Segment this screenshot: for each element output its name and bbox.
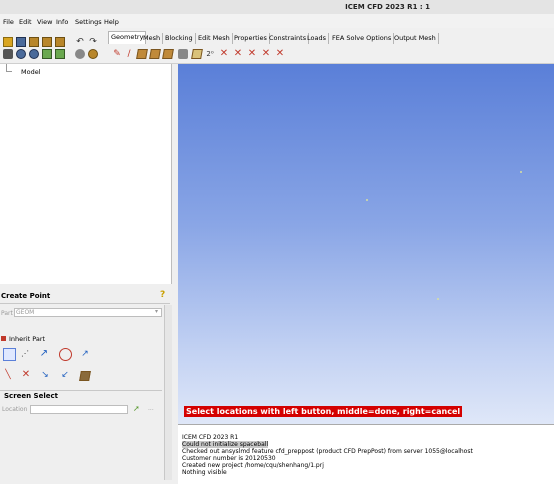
console-line: Could not initialize spaceball [182,441,269,448]
select-cursor-icon[interactable]: ➚ [133,404,140,413]
wireframe-icon[interactable] [42,49,52,59]
divider [0,303,170,304]
settings-icon[interactable] [88,49,98,59]
window-title: ICEM CFD 2023 R1 : 1 [345,3,430,11]
curve-end-icon[interactable]: ╲ [3,370,13,380]
console-line: Nothing visible [182,469,227,476]
browse-button[interactable]: ... [148,405,154,412]
graphics-viewport[interactable]: Select locations with left button, middl… [178,64,554,424]
menu-bar: File Edit View Info Settings Help [0,14,554,28]
delete-curve-icon[interactable]: ✕ [233,49,243,59]
open-project-icon[interactable] [3,37,13,47]
divider [0,390,162,391]
delete-body-icon[interactable]: ✕ [261,49,271,59]
create-curve-icon[interactable]: ∕ [124,49,134,59]
panel-scrollbar[interactable] [164,305,172,480]
console-line: Created new project /home/cqu/shenhang/1… [182,462,324,469]
tab-edit-mesh[interactable]: Edit Mesh [196,33,233,44]
point-on-curve-icon[interactable]: ↙ [60,370,70,380]
location-input[interactable] [30,405,128,414]
menu-edit[interactable]: Edit [19,18,32,26]
console-line: Checked out ansyslmd feature cfd_preppos… [182,448,473,455]
model-tree: Model [0,64,172,284]
create-surface-icon[interactable] [136,49,148,59]
menu-settings[interactable]: Settings [75,18,102,26]
console-line: ICEM CFD 2023 R1 [182,434,239,441]
tree-branch-line [6,64,12,72]
title-bar: ICEM CFD 2023 R1 : 1 [0,0,554,14]
xyz-point-icon[interactable]: ⋰ [20,349,30,359]
delete-point-icon[interactable]: ✕ [219,49,229,59]
screen-select-title: Screen Select [4,392,58,400]
create-point-icon[interactable]: ✎ [112,49,122,59]
fit-window-icon[interactable] [3,49,13,59]
point-on-surface-icon[interactable] [79,371,91,381]
redo-icon[interactable]: ↷ [88,37,98,47]
part-input[interactable]: GEOM [14,308,162,317]
tab-loads[interactable]: Loads [305,33,329,44]
project-point-icon[interactable]: ↘ [40,370,50,380]
open-mesh-icon[interactable] [55,37,65,47]
menu-file[interactable]: File [3,18,14,26]
message-console: ICEM CFD 2023 R1 Could not initialize sp… [178,424,554,484]
measure-icon[interactable] [75,49,85,59]
tab-properties[interactable]: Properties [232,33,270,44]
zoom-icon[interactable] [29,49,39,59]
tab-blocking[interactable]: Blocking [163,33,196,44]
point-marker [520,171,522,173]
menu-help[interactable]: Help [104,18,119,26]
zoom-box-icon[interactable] [16,49,26,59]
part-label: Part [1,310,13,317]
create-body-icon[interactable] [149,49,161,59]
location-label: Location [2,406,28,413]
base-delta-icon[interactable]: ↗ [39,349,49,359]
point-marker [437,298,439,300]
restore-dormant-icon[interactable]: 2⁰ [205,49,215,59]
solid-icon[interactable] [55,49,65,59]
save-project-icon[interactable] [16,37,26,47]
delete-any-entity-icon[interactable]: ✕ [275,49,285,59]
faceted-icon[interactable] [162,49,174,59]
repair-geometry-icon[interactable] [178,49,188,59]
checkbox-icon[interactable] [1,336,6,341]
undo-icon[interactable]: ↶ [75,37,85,47]
chevron-down-icon[interactable]: ▾ [155,308,158,315]
menu-view[interactable]: View [37,18,52,26]
open-blocking-icon[interactable] [42,37,52,47]
help-icon[interactable]: ? [160,290,165,300]
menu-info[interactable]: Info [56,18,68,26]
inherit-part-label: Inherit Part [9,335,46,343]
point-marker [366,199,368,201]
center-three-points-icon[interactable] [59,348,72,361]
delete-surface-icon[interactable]: ✕ [247,49,257,59]
tab-mesh[interactable]: Mesh [141,33,164,44]
parameter-point-icon[interactable]: ↗ [80,349,90,359]
console-line: Customer number is 20120530 [182,455,276,462]
data-entry-panel: Create Point ? Part GEOM ▾ Inherit Part … [0,284,178,484]
open-geometry-icon[interactable] [29,37,39,47]
selection-prompt: Select locations with left button, middl… [184,406,463,417]
transform-geometry-icon[interactable] [191,49,203,59]
tab-output-mesh[interactable]: Output Mesh [392,33,439,44]
intersect-icon[interactable]: ✕ [21,370,31,380]
tab-fea-solve-options[interactable]: FEA Solve Options [330,33,395,44]
panel-title: Create Point [1,292,51,300]
screen-point-icon[interactable] [3,348,16,361]
tree-item-model[interactable]: Model [21,68,41,76]
tab-constraints[interactable]: Constraints [267,33,310,44]
